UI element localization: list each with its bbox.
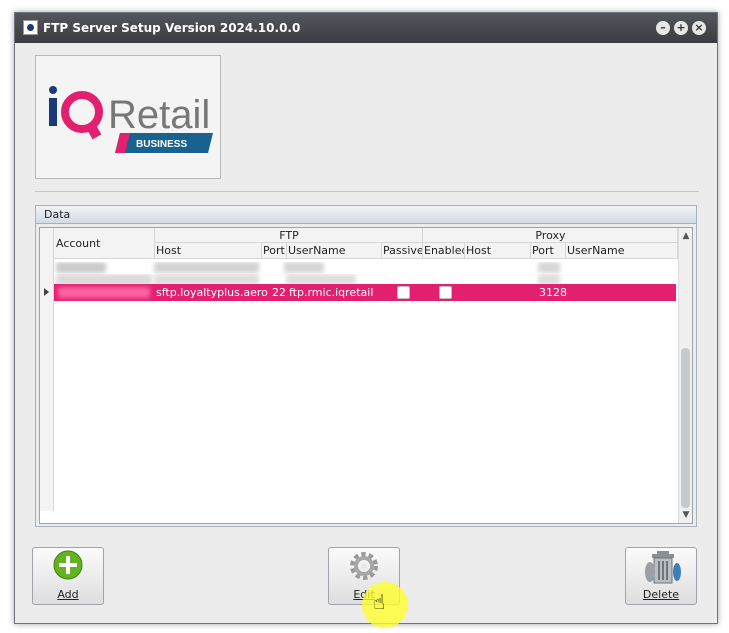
- header-port[interactable]: Port: [262, 243, 287, 259]
- row-indicator-column: [40, 228, 54, 511]
- grid-vertical-scrollbar[interactable]: ▲ ▼: [678, 228, 692, 523]
- ftp-setup-window: FTP Server Setup Version 2024.10.0.0 – +…: [14, 12, 718, 624]
- header-passive[interactable]: Passive: [382, 243, 423, 259]
- current-row-arrow-icon: [44, 288, 49, 296]
- header-band-ftp: FTP: [155, 228, 423, 243]
- passive-checkbox[interactable]: [397, 286, 410, 299]
- header-host[interactable]: Host: [155, 243, 262, 259]
- header-proxy-port[interactable]: Port: [531, 243, 566, 259]
- close-icon[interactable]: ×: [692, 21, 706, 35]
- data-group: Data Account FTP Proxy Host Port UserNam…: [35, 205, 697, 527]
- add-icon: [53, 550, 83, 580]
- scroll-down-icon[interactable]: ▼: [681, 509, 691, 521]
- minimize-icon[interactable]: –: [656, 21, 670, 35]
- table-row-selected[interactable]: sftp.loyaltyplus.aero 22 ftp.rmic.iqreta…: [54, 284, 676, 301]
- cell-proxy-port: 3128: [539, 286, 567, 299]
- ftp-accounts-grid[interactable]: Account FTP Proxy Host Port UserName Pas…: [39, 227, 693, 524]
- title-bar: FTP Server Setup Version 2024.10.0.0 – +…: [15, 13, 717, 43]
- delete-button[interactable]: Delete: [625, 547, 697, 605]
- data-group-title: Data: [36, 206, 696, 224]
- header-account[interactable]: Account: [54, 228, 155, 259]
- cell-host: sftp.loyaltyplus.aero: [156, 286, 268, 299]
- header-proxy-host[interactable]: Host: [465, 243, 531, 259]
- header-band-proxy: Proxy: [423, 228, 678, 243]
- add-button-label: Add: [57, 588, 79, 601]
- delete-button-label: Delete: [642, 588, 680, 601]
- iq-retail-logo: Retail BUSINESS: [49, 86, 213, 153]
- hand-cursor-icon: ☝: [373, 590, 386, 614]
- logo-tag-text: BUSINESS: [136, 139, 187, 150]
- add-button[interactable]: Add: [32, 547, 104, 605]
- header-username[interactable]: UserName: [287, 243, 382, 259]
- logo-brand-text: Retail: [108, 93, 210, 137]
- header-enabled[interactable]: Enabled: [423, 243, 465, 259]
- recycle-bin-icon: [645, 551, 681, 584]
- maximize-icon[interactable]: +: [674, 21, 688, 35]
- scroll-thumb[interactable]: [681, 348, 690, 508]
- header-proxy-username[interactable]: UserName: [566, 243, 678, 259]
- enabled-checkbox[interactable]: [439, 286, 452, 299]
- app-icon: [23, 20, 38, 35]
- divider: [35, 191, 699, 192]
- data-group-label: Data: [44, 208, 71, 221]
- window-title: FTP Server Setup Version 2024.10.0.0: [43, 21, 301, 35]
- scroll-up-icon[interactable]: ▲: [681, 230, 691, 242]
- logo-panel: Retail BUSINESS: [35, 55, 221, 179]
- redacted-account: [58, 287, 150, 298]
- cell-port: 22: [272, 286, 286, 299]
- cell-username: ftp.rmic.iqretail: [289, 286, 374, 299]
